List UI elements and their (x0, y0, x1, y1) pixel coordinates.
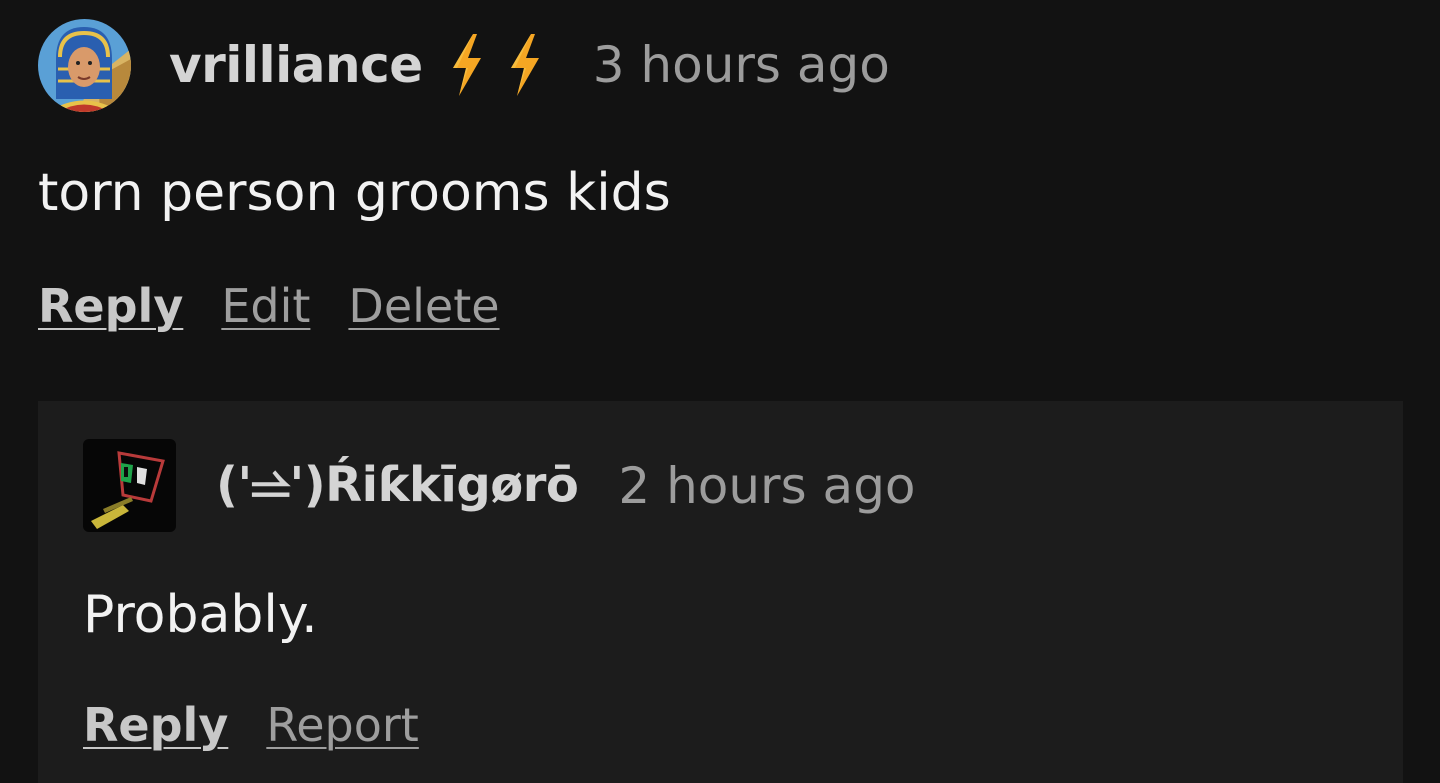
lightning-bolt-icon (510, 34, 539, 96)
username[interactable]: ('⥬')Ŕiƙkīgørō (216, 457, 579, 514)
glitch-face-avatar-icon (83, 439, 176, 532)
delete-button[interactable]: Delete (348, 279, 499, 333)
reply-comment: ('⥬')Ŕiƙkīgørō 2 hours ago Probably. Rep… (83, 439, 1383, 752)
username[interactable]: vrilliance (169, 36, 423, 94)
edit-button[interactable]: Edit (221, 279, 310, 333)
comment-actions: Reply Edit Delete (38, 279, 1402, 333)
comment-actions: Reply Report (83, 698, 1383, 752)
reply-button[interactable]: Reply (83, 698, 228, 752)
timestamp[interactable]: 2 hours ago (618, 457, 915, 515)
comment: vrilliance 3 hours ago torn person groom… (38, 18, 1402, 333)
comment-header: ('⥬')Ŕiƙkīgørō 2 hours ago (83, 439, 1383, 532)
reply-container: ('⥬')Ŕiƙkīgørō 2 hours ago Probably. Rep… (38, 401, 1403, 783)
comment-body: torn person grooms kids (38, 163, 671, 223)
pharaoh-avatar-icon (38, 18, 131, 112)
comment-header: vrilliance 3 hours ago (38, 18, 1402, 112)
report-button[interactable]: Report (266, 698, 419, 752)
timestamp[interactable]: 3 hours ago (593, 36, 890, 94)
reply-button[interactable]: Reply (38, 279, 183, 333)
avatar[interactable] (83, 439, 176, 532)
avatar[interactable] (38, 18, 131, 112)
badge-group (447, 32, 545, 98)
lightning-bolt-icon (452, 34, 481, 96)
comment-body: Probably. (83, 585, 318, 645)
comment-thread: vrilliance 3 hours ago torn person groom… (0, 0, 1440, 783)
